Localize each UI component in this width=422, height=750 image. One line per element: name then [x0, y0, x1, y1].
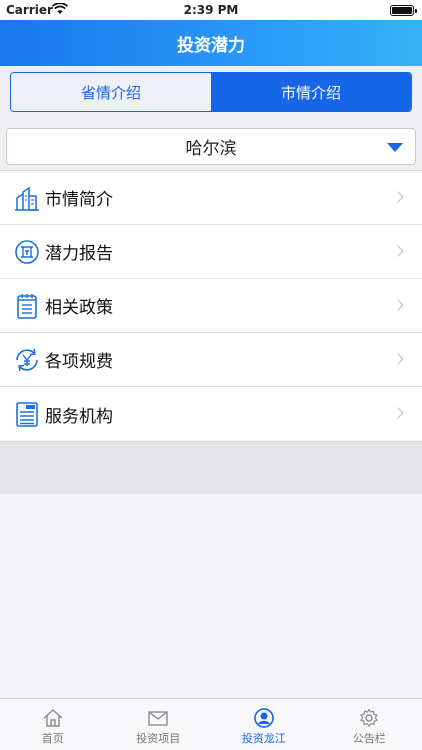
- yen-refresh-icon: [14, 346, 40, 374]
- tab-bar: 首页 投资项目 投资龙江 公告栏: [0, 698, 422, 750]
- menu-item-label: 潜力报告: [45, 244, 113, 264]
- segment-area: 省情介绍 市情介绍: [0, 66, 422, 118]
- page-title: 投资潜力: [177, 35, 245, 56]
- menu-list: 市情简介 潜力报告 相关政策 各项规费 服务机构: [0, 170, 422, 442]
- empty-content-area: [0, 494, 422, 698]
- chevron-right-icon: [392, 191, 404, 203]
- chevron-right-icon: [392, 353, 404, 365]
- notepad-icon: [14, 292, 40, 320]
- city-select-value: 哈尔滨: [185, 139, 237, 159]
- tab-label: 投资项目: [136, 732, 181, 745]
- section-divider: [0, 442, 422, 494]
- menu-item-city-profile[interactable]: 市情简介: [0, 171, 422, 225]
- report-badge-icon: [14, 238, 40, 266]
- tab-invest-longjiang[interactable]: 投资龙江: [211, 699, 317, 750]
- menu-item-label: 市情简介: [45, 190, 113, 210]
- mail-icon: [147, 708, 169, 728]
- menu-item-fees[interactable]: 各项规费: [0, 333, 422, 387]
- segmented-control: 省情介绍 市情介绍: [10, 72, 412, 112]
- chevron-right-icon: [392, 407, 404, 419]
- tab-label: 首页: [41, 732, 64, 745]
- city-select[interactable]: 哈尔滨: [6, 128, 416, 165]
- tab-investment-projects[interactable]: 投资项目: [106, 699, 212, 750]
- user-icon: [253, 708, 275, 728]
- nav-bar: 投资潜力: [0, 20, 422, 66]
- chevron-right-icon: [392, 299, 404, 311]
- home-icon: [42, 708, 64, 728]
- menu-item-label: 各项规费: [45, 352, 113, 372]
- tab-home[interactable]: 首页: [0, 699, 106, 750]
- menu-item-label: 服务机构: [45, 406, 113, 427]
- tab-label: 公告栏: [352, 732, 386, 745]
- caret-down-icon: [387, 143, 403, 152]
- city-buildings-icon: [14, 184, 40, 212]
- news-icon: [14, 400, 40, 428]
- status-bar: Carrier 2:39 PM: [0, 0, 422, 20]
- tab-label: 投资龙江: [241, 732, 286, 745]
- chevron-right-icon: [392, 245, 404, 257]
- tab-bulletin-board[interactable]: 公告栏: [317, 699, 422, 750]
- menu-item-label: 相关政策: [45, 298, 113, 318]
- battery-icon: [390, 5, 417, 16]
- segment-province-intro[interactable]: 省情介绍: [11, 73, 211, 111]
- gear-icon: [358, 708, 380, 728]
- menu-item-related-policies[interactable]: 相关政策: [0, 279, 422, 333]
- status-time: 2:39 PM: [183, 3, 239, 17]
- segment-city-intro[interactable]: 市情介绍: [211, 73, 411, 111]
- menu-item-potential-report[interactable]: 潜力报告: [0, 225, 422, 279]
- menu-item-service-agencies[interactable]: 服务机构: [0, 387, 422, 441]
